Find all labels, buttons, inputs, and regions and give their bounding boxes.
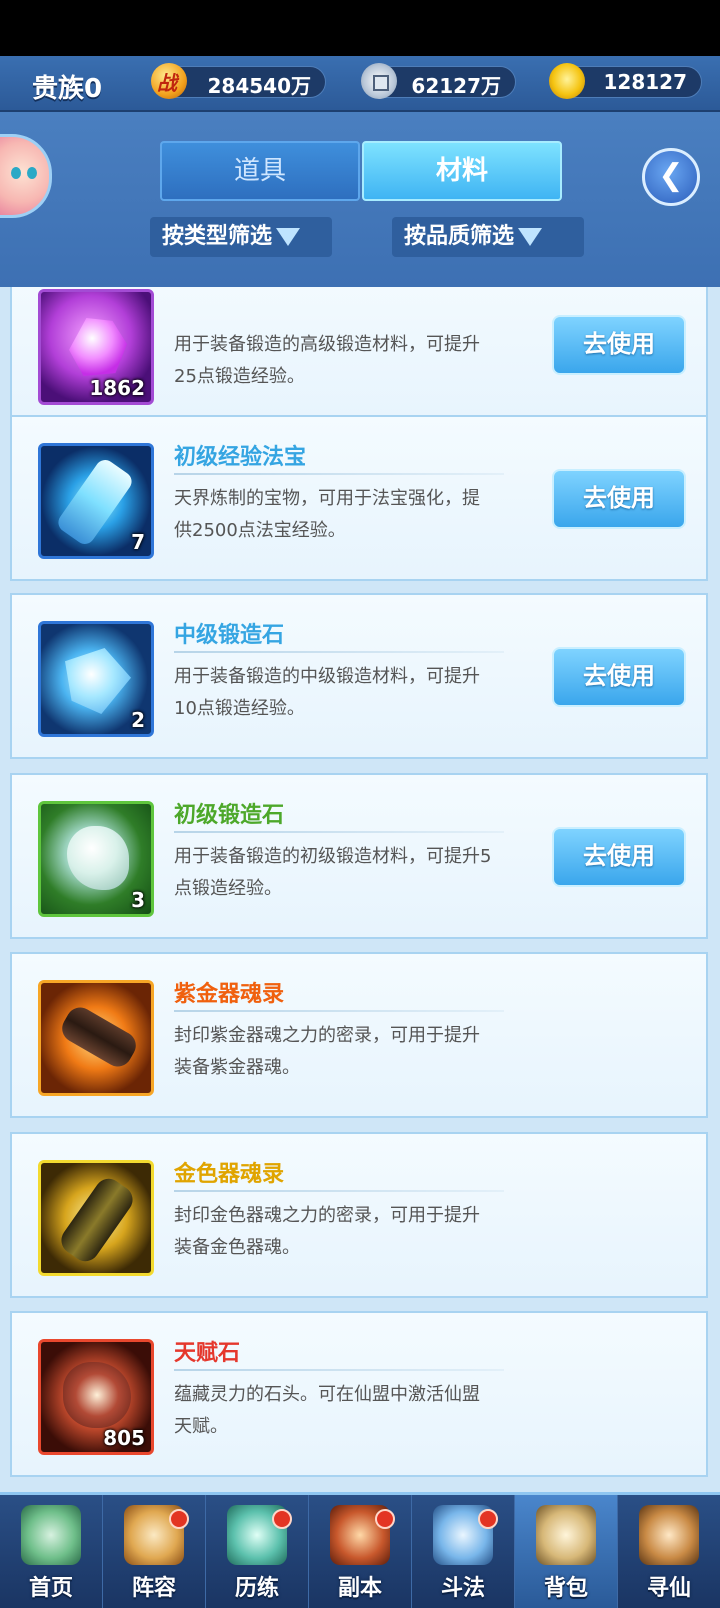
noble-rank: 贵族0 [32,74,103,104]
list-item: 805 天赋石 蕴藏灵力的石头。可在仙盟中激活仙盟 天赋。 [10,1311,708,1477]
nav-dungeon[interactable]: 副本 [309,1495,412,1608]
notification-dot [478,1509,498,1529]
item-description: 天界炼制的宝物，可用于法宝强化，提 供2500点法宝经验。 [174,488,480,541]
item-name: 紫金器魂录 [174,982,285,1007]
power-value: 284540万 [207,74,312,98]
divider [174,473,504,475]
list-item: 紫金器魂录 封印紫金器魂之力的密录，可用于提升 装备紫金器魂。 [10,952,708,1118]
copper-coin-icon [361,63,397,99]
gold-value: 128127 [603,70,688,94]
list-item: 2 中级锻造石 用于装备锻造的中级锻造材料，可提升 10点锻造经验。 去使用 [10,593,708,759]
item-count: 7 [131,530,145,554]
avatar[interactable] [0,134,52,218]
gold-ingot-icon [549,63,585,99]
item-name: 初级经验法宝 [174,445,307,470]
filter-by-type-button[interactable]: 按类型筛选 [150,217,332,257]
divider [174,1010,504,1012]
use-button[interactable]: 去使用 [552,827,686,887]
item-count: 3 [131,888,145,912]
item-name: 中级锻造石 [174,623,285,648]
power-display: 战 284540万 [151,63,326,99]
notification-dot [272,1509,292,1529]
gold-display: 128127 [549,63,702,99]
battle-power-icon: 战 [151,63,187,99]
bag-icon [536,1505,596,1565]
tab-materials[interactable]: 材料 [362,141,562,201]
divider [174,831,504,833]
list-item: 3 初级锻造石 用于装备锻造的初级锻造材料，可提升5 点锻造经验。 去使用 [10,773,708,939]
back-button[interactable]: ❮ [642,148,700,206]
status-bar [0,0,720,56]
filter-quality-label: 按品质筛选 [404,224,515,249]
notification-dot [375,1509,395,1529]
purple-gem-icon[interactable]: 1862 [38,289,154,405]
item-description: 蕴藏灵力的石头。可在仙盟中激活仙盟 天赋。 [174,1384,480,1437]
item-name: 天赋石 [174,1341,241,1366]
green-stone-icon[interactable]: 3 [38,801,154,917]
blue-bottle-icon[interactable]: 7 [38,443,154,559]
list-item: 1862 用于装备锻造的高级锻造材料，可提升 25点锻造经验。 去使用 [10,287,708,427]
top-resource-bar: 贵族0 战 284540万 62127万 128127 [0,56,720,112]
use-button[interactable]: 去使用 [552,469,686,529]
coin-display: 62127万 [361,63,516,99]
item-description: 用于装备锻造的中级锻造材料，可提升 10点锻造经验。 [174,666,480,719]
back-arrow-icon: ❮ [658,158,684,193]
divider [174,651,504,653]
item-name: 初级锻造石 [174,803,285,828]
filter-type-label: 按类型筛选 [162,224,273,249]
item-description: 封印紫金器魂之力的密录，可用于提升 装备紫金器魂。 [174,1025,480,1078]
funnel-icon [276,228,301,246]
orange-scroll-icon[interactable] [38,980,154,1096]
nav-training[interactable]: 历练 [206,1495,309,1608]
notification-dot [169,1509,189,1529]
item-count: 1862 [89,376,145,400]
item-count: 2 [131,708,145,732]
materials-list[interactable]: 1862 用于装备锻造的高级锻造材料，可提升 25点锻造经验。 去使用 7 初级经… [0,287,720,1492]
coin-value: 62127万 [411,74,501,98]
item-description: 用于装备锻造的高级锻造材料，可提升 25点锻造经验。 [174,334,480,387]
bottom-nav: 首页 阵容 历练 副本 斗法 背包 寻仙 [0,1492,720,1608]
blue-gem-icon[interactable]: 2 [38,621,154,737]
funnel-icon [518,228,543,246]
gold-scroll-icon[interactable] [38,1160,154,1276]
divider [174,1369,504,1371]
talent-stone-icon[interactable]: 805 [38,1339,154,1455]
item-count: 805 [103,1426,145,1450]
nav-battle[interactable]: 斗法 [412,1495,515,1608]
mountain-icon [21,1505,81,1565]
nav-home[interactable]: 首页 [0,1495,103,1608]
list-item: 7 初级经验法宝 天界炼制的宝物，可用于法宝强化，提 供2500点法宝经验。 去使… [10,415,708,581]
item-description: 用于装备锻造的初级锻造材料，可提升5 点锻造经验。 [174,846,492,899]
nav-lineup[interactable]: 阵容 [103,1495,206,1608]
filter-by-quality-button[interactable]: 按品质筛选 [392,217,584,257]
divider [174,1190,504,1192]
scroll-icon [639,1505,699,1565]
use-button[interactable]: 去使用 [552,315,686,375]
item-description: 封印金色器魂之力的密录，可用于提升 装备金色器魂。 [174,1205,480,1258]
nav-bag[interactable]: 背包 [515,1495,618,1608]
bag-header [0,112,720,287]
nav-seek-immortal[interactable]: 寻仙 [618,1495,720,1608]
tab-items[interactable]: 道具 [160,141,360,201]
item-name: 金色器魂录 [174,1162,285,1187]
use-button[interactable]: 去使用 [552,647,686,707]
list-item: 金色器魂录 封印金色器魂之力的密录，可用于提升 装备金色器魂。 [10,1132,708,1298]
